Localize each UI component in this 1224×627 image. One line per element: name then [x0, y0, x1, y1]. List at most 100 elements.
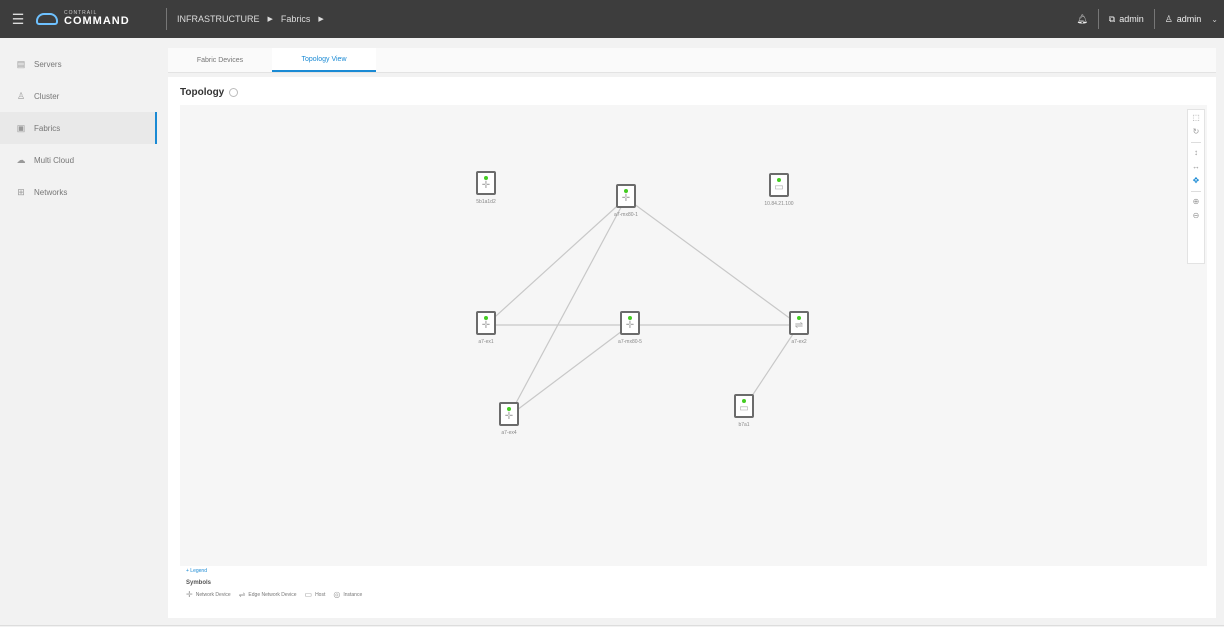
topology-links: [485, 197, 800, 417]
topology-canvas[interactable]: ⬚ ↻ ↕ ↔ ✥ ⊕ ⊖ ✛ 5b1a1d2 ✛ a7-mx80-1 ▭ 10.84.2…: [180, 105, 1207, 566]
brand-logo: CONTRAIL COMMAND: [36, 11, 156, 27]
main-content: Fabric Devices Topology View Topology ⬚ …: [168, 48, 1216, 618]
server-icon: ▤: [16, 58, 26, 69]
legend-item-label: Host: [315, 591, 326, 598]
topology-node[interactable]: ✛ a7-ex4: [449, 402, 569, 436]
edge-device-icon: ⇌: [238, 590, 246, 599]
node-label: b7a1: [738, 422, 750, 428]
sidebar-item-label: Fabrics: [34, 123, 61, 133]
legend-title: Symbols: [186, 580, 212, 586]
legend-item-edge-network-device: ⇌ Edge Network Device: [239, 590, 297, 599]
network-device-icon: ✛: [476, 311, 496, 335]
host-icon: ▭: [769, 173, 789, 197]
chevron-down-icon[interactable]: ⌄: [1211, 15, 1224, 24]
topology-title: Topology: [180, 87, 225, 98]
page-title: Topology: [180, 87, 239, 98]
node-glyph: ✛: [504, 410, 514, 422]
brand-name: COMMAND: [64, 15, 130, 27]
breadcrumb-infrastructure[interactable]: INFRASTRUCTURE: [177, 14, 260, 24]
legend-item-label: Instance: [343, 591, 363, 598]
sidebar-item-label: Multi Cloud: [34, 155, 75, 165]
node-label: 5b1a1d2: [476, 199, 496, 205]
status-dot: [484, 176, 488, 180]
node-label: a7-mx80-1: [614, 212, 638, 218]
network-device-icon: ✛: [616, 184, 636, 208]
zoom-in-icon[interactable]: ⊕: [1193, 198, 1200, 206]
tab-topology-view[interactable]: Topology View: [272, 48, 376, 72]
breadcrumb: INFRASTRUCTURE ▶ Fabrics ▶: [177, 14, 324, 24]
divider: [1191, 142, 1201, 143]
host-icon: ▭: [304, 590, 313, 599]
topology-panel: Topology ⬚ ↻ ↕ ↔ ✥ ⊕ ⊖ ✛ 5b1a1d2 ✛ a7-mx80-…: [168, 77, 1216, 618]
topology-node[interactable]: ▭ 10.84.21.100: [719, 173, 839, 207]
legend-item-network-device: ✛ Network Device: [186, 590, 231, 599]
legend-item-label: Edge Network Device: [248, 591, 297, 598]
sidebar-item-cluster[interactable]: ♙ Cluster: [0, 80, 157, 112]
network-device-icon: ✛: [620, 311, 640, 335]
edge-network-device-icon: ⇌: [789, 311, 809, 335]
legend-item-host: ▭ Host: [305, 590, 326, 599]
sidebar-item-label: Cluster: [34, 91, 60, 101]
status-dot: [797, 316, 801, 320]
user-name-label: admin: [1176, 14, 1202, 24]
refresh-icon[interactable]: ↻: [1193, 128, 1200, 136]
sidebar-item-fabrics[interactable]: ▣ Fabrics: [0, 112, 157, 144]
legend-toggle[interactable]: + Legend: [180, 566, 230, 576]
sidebar-item-label: Networks: [34, 187, 68, 197]
sidebar-item-multi-cloud[interactable]: ☁ Multi Cloud: [0, 144, 157, 176]
user-icon: ♙: [1164, 13, 1173, 24]
vertical-layout-icon[interactable]: ↕: [1194, 149, 1198, 157]
topology-node[interactable]: ✛ a7-mx80-1: [566, 184, 686, 218]
topology-node[interactable]: ✛ a7-mx80-5: [570, 311, 690, 345]
cloud-icon: ☁: [16, 154, 26, 165]
status-dot: [624, 189, 628, 193]
cluster-icon: ♙: [16, 90, 26, 101]
node-glyph: ▭: [739, 402, 749, 414]
graph-toolbar: ⬚ ↻ ↕ ↔ ✥ ⊕ ⊖: [1187, 109, 1205, 264]
select-icon[interactable]: ⬚: [1192, 114, 1200, 122]
sidebar-item-servers[interactable]: ▤ Servers: [0, 48, 157, 80]
user-menu-button[interactable]: ♙ admin: [1155, 14, 1212, 25]
legend-item-instance: ◎ Instance: [333, 590, 362, 599]
topology-node[interactable]: ▭ b7a1: [684, 394, 804, 428]
node-label: a7-mx80-5: [618, 339, 642, 345]
caret-right-icon[interactable]: ▶: [318, 15, 323, 23]
topology-node[interactable]: ✛ 5b1a1d2: [426, 171, 546, 205]
node-glyph: ✛: [481, 179, 491, 191]
sidebar-item-networks[interactable]: ⊞ Networks: [0, 176, 157, 208]
divider: [166, 8, 167, 30]
network-device-icon: ✛: [476, 171, 496, 195]
node-glyph: ⇌: [794, 319, 804, 331]
zoom-out-icon[interactable]: ⊖: [1193, 212, 1200, 220]
node-label: 10.84.21.100: [764, 201, 794, 207]
node-glyph: ✛: [625, 319, 635, 331]
host-icon: ▭: [734, 394, 754, 418]
legend-item-label: Network Device: [195, 591, 231, 598]
instance-icon: ◎: [333, 590, 341, 599]
divider: [1191, 191, 1201, 192]
top-bar: ☰ CONTRAIL COMMAND INFRASTRUCTURE ▶ Fabr…: [0, 0, 1224, 38]
users-icon: ⧉: [1108, 13, 1116, 24]
bell-icon: 🔔︎: [1076, 13, 1088, 24]
status-dot: [484, 316, 488, 320]
sidebar-item-label: Servers: [34, 59, 62, 69]
menu-icon[interactable]: ☰: [0, 11, 36, 28]
breadcrumb-fabrics[interactable]: Fabrics: [281, 14, 311, 24]
status-dot: [742, 399, 746, 403]
topology-node[interactable]: ✛ a7-ex1: [426, 311, 546, 345]
tab-fabric-devices[interactable]: Fabric Devices: [168, 48, 272, 72]
horizontal-layout-icon[interactable]: ↔: [1192, 163, 1200, 171]
node-glyph: ▭: [774, 181, 784, 193]
tab-bar: Fabric Devices Topology View: [168, 48, 1216, 73]
notifications-button[interactable]: 🔔︎: [1066, 14, 1097, 25]
topology-node[interactable]: ⇌ a7-ex2: [739, 311, 859, 345]
network-device-icon: ✛: [499, 402, 519, 426]
node-label: a7-ex1: [478, 339, 494, 345]
node-glyph: ✛: [481, 319, 491, 331]
topology-link[interactable]: [508, 197, 627, 417]
cluster-user-button[interactable]: ⧉ admin: [1099, 14, 1154, 25]
fit-to-screen-icon[interactable]: ✥: [1193, 177, 1200, 185]
info-icon[interactable]: [229, 88, 239, 97]
node-glyph: ✛: [621, 192, 631, 204]
sidebar: ▤ Servers ♙ Cluster ▣ Fabrics ☁ Multi Cl…: [0, 48, 157, 208]
